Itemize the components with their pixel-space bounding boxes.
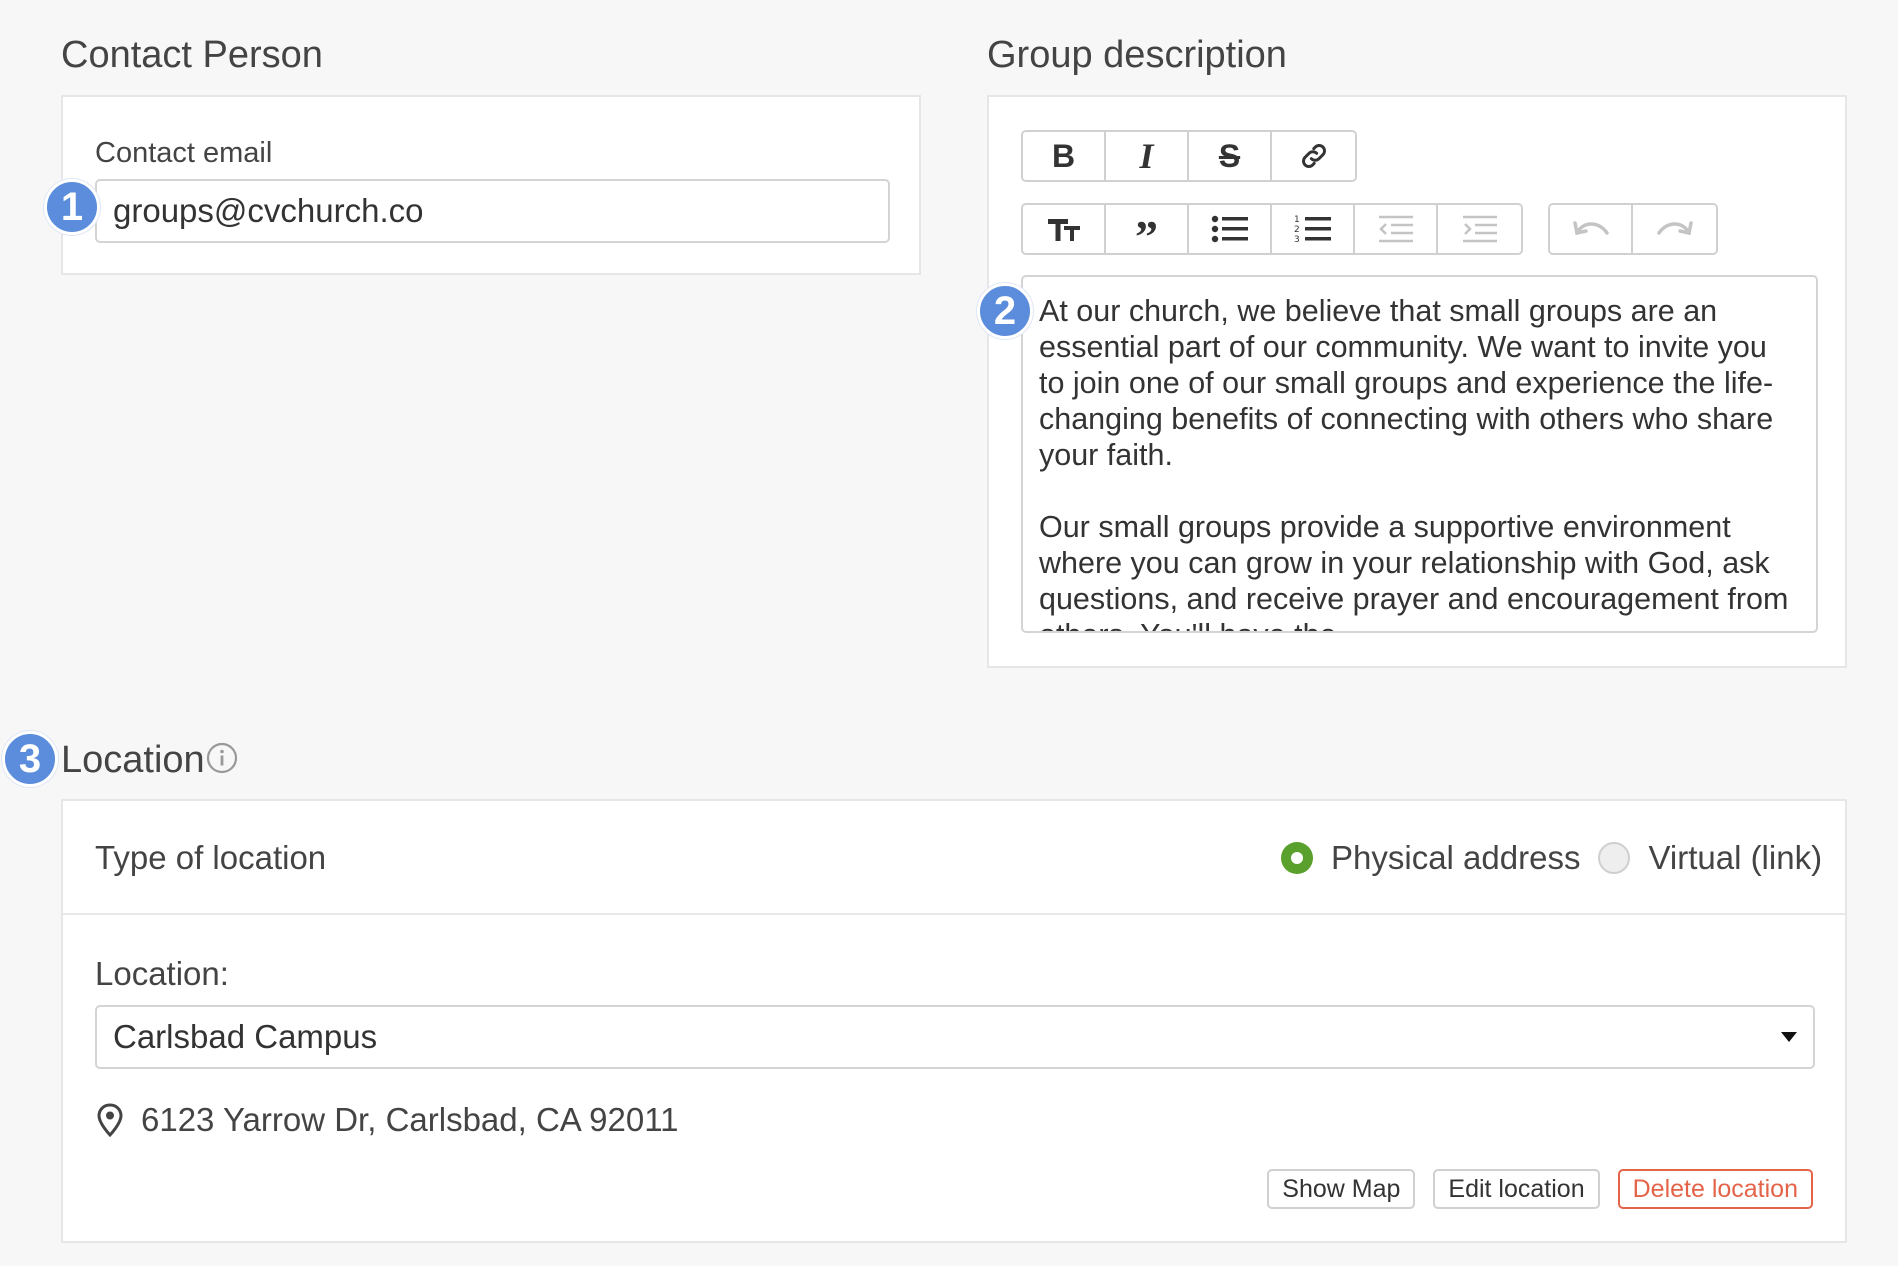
indent-icon xyxy=(1462,215,1497,243)
location-address-text: 6123 Yarrow Dr, Carlsbad, CA 92011 xyxy=(141,1101,679,1138)
bullet-list-button[interactable] xyxy=(1189,205,1272,253)
edit-location-button[interactable]: Edit location xyxy=(1433,1169,1600,1209)
heading-icon xyxy=(1047,219,1080,241)
location-type-radio-group: Physical address Virtual (link) xyxy=(1281,839,1822,877)
description-section-title: Group description xyxy=(987,34,1287,76)
outdent-button[interactable] xyxy=(1355,205,1438,253)
radio-physical-address-label[interactable]: Physical address xyxy=(1331,839,1580,877)
description-paragraph: Our small groups provide a supportive en… xyxy=(1039,510,1789,631)
undo-icon xyxy=(1572,221,1609,236)
description-paragraph: At our church, we believe that small gro… xyxy=(1039,294,1774,472)
history-toolbar xyxy=(1548,203,1718,255)
numbered-list-icon: 1 2 3 xyxy=(1294,215,1331,245)
location-select-label: Location: xyxy=(95,955,229,992)
map-pin-icon xyxy=(97,1103,123,1137)
step-badge-3: 3 xyxy=(2,731,58,787)
step-badge-1: 1 xyxy=(44,179,100,235)
redo-icon xyxy=(1656,221,1693,236)
location-address: 6123 Yarrow Dr, Carlsbad, CA 92011 xyxy=(97,1101,678,1139)
bold-icon: B xyxy=(1051,137,1076,174)
show-map-button[interactable]: Show Map xyxy=(1267,1169,1416,1209)
contact-card: Contact email xyxy=(61,95,921,275)
location-select[interactable]: Carlsbad Campus xyxy=(95,1005,1815,1069)
info-icon[interactable] xyxy=(206,742,238,774)
location-type-label: Type of location xyxy=(95,839,327,876)
svg-text:2: 2 xyxy=(1294,225,1300,235)
bullet-list-icon xyxy=(1211,215,1248,243)
strikethrough-icon: S xyxy=(1218,137,1241,174)
heading-button[interactable] xyxy=(1023,205,1106,253)
indent-button[interactable] xyxy=(1438,205,1521,253)
svg-text:3: 3 xyxy=(1294,235,1300,245)
quote-button[interactable]: ” xyxy=(1106,205,1189,253)
radio-virtual-link-label[interactable]: Virtual (link) xyxy=(1648,839,1822,877)
italic-icon: I xyxy=(1139,136,1154,176)
redo-button[interactable] xyxy=(1633,205,1716,253)
chevron-down-icon xyxy=(1781,1032,1797,1042)
location-section-title: Location xyxy=(61,739,205,781)
quote-icon: ” xyxy=(1135,211,1158,255)
bold-button[interactable]: B xyxy=(1023,132,1106,180)
contact-email-label: Contact email xyxy=(95,137,273,169)
italic-button[interactable]: I xyxy=(1106,132,1189,180)
delete-location-button[interactable]: Delete location xyxy=(1617,1169,1813,1209)
strikethrough-button[interactable]: S xyxy=(1189,132,1272,180)
location-divider xyxy=(63,913,1845,915)
format-toolbar: B I S xyxy=(1021,130,1357,182)
description-card: B I S ” 1 2 3 At our church, we believe … xyxy=(987,95,1847,668)
numbered-list-button[interactable]: 1 2 3 xyxy=(1272,205,1355,253)
contact-section-title: Contact Person xyxy=(61,34,323,76)
link-button[interactable] xyxy=(1272,132,1355,180)
radio-virtual-link[interactable] xyxy=(1598,842,1631,874)
undo-button[interactable] xyxy=(1550,205,1633,253)
link-icon xyxy=(1301,144,1326,168)
step-badge-2: 2 xyxy=(977,283,1033,339)
location-card: Type of location Physical address Virtua… xyxy=(61,799,1847,1243)
description-editor[interactable]: At our church, we believe that small gro… xyxy=(1021,275,1818,633)
outdent-icon xyxy=(1378,215,1413,243)
block-toolbar: ” 1 2 3 xyxy=(1021,203,1523,255)
svg-text:1: 1 xyxy=(1294,215,1300,225)
radio-physical-address[interactable] xyxy=(1281,842,1313,874)
location-select-value: Carlsbad Campus xyxy=(113,1018,378,1055)
location-actions: Show Map Edit location Delete location xyxy=(1267,1169,1813,1209)
contact-email-input[interactable] xyxy=(95,179,890,243)
